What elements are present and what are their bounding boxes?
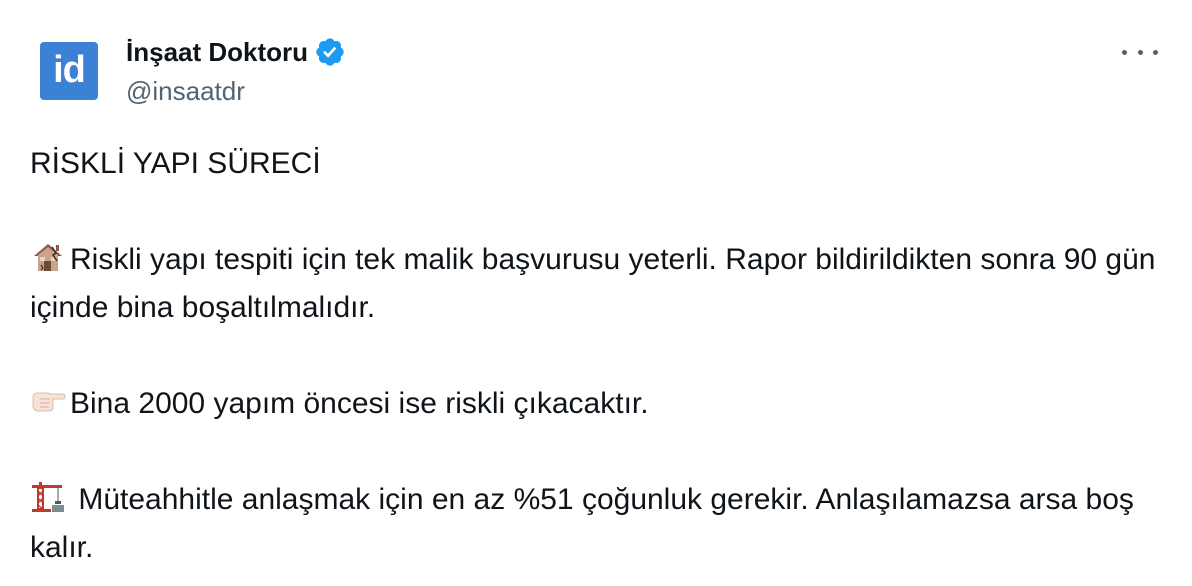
author-handle[interactable]: @insaatdr — [126, 74, 245, 108]
derelict-house-icon — [34, 244, 62, 271]
pointing-right-icon — [32, 392, 66, 412]
more-options-button[interactable] — [1122, 40, 1158, 64]
paragraph-1-text: Riskli yapı tespiti için tek malik başvu… — [30, 243, 1156, 324]
more-horizontal-icon-dot — [1153, 49, 1158, 55]
avatar-text: id — [53, 49, 86, 91]
paragraph-2-text: Bina 2000 yapım öncesi ise riskli çıkaca… — [70, 387, 649, 420]
tweet-card: id İnşaat Doktoru @insaatdr RİSKLİ YAPI … — [0, 0, 1192, 586]
paragraph-3-text: Müteahhitle anlaşmak için en az %51 çoğu… — [30, 483, 1134, 564]
tweet-paragraph-3: Müteahhitle anlaşmak için en az %51 çoğu… — [30, 476, 1170, 572]
verified-badge-icon — [316, 38, 344, 66]
avatar[interactable]: id — [40, 42, 98, 100]
more-horizontal-icon-dot — [1137, 49, 1143, 55]
author-name[interactable]: İnşaat Doktoru — [126, 34, 308, 70]
author-name-row: İnşaat Doktoru — [126, 34, 346, 70]
construction-crane-icon — [32, 482, 64, 512]
tweet-paragraph-1: Riskli yapı tespiti için tek malik başvu… — [30, 236, 1170, 332]
tweet-heading: RİSKLİ YAPI SÜRECİ — [30, 147, 321, 180]
tweet-text: RİSKLİ YAPI SÜRECİ Riskli yapı tespiti i… — [30, 140, 1170, 572]
more-horizontal-icon-dot — [1122, 49, 1127, 55]
tweet-paragraph-2: Bina 2000 yapım öncesi ise riskli çıkaca… — [30, 380, 1170, 428]
